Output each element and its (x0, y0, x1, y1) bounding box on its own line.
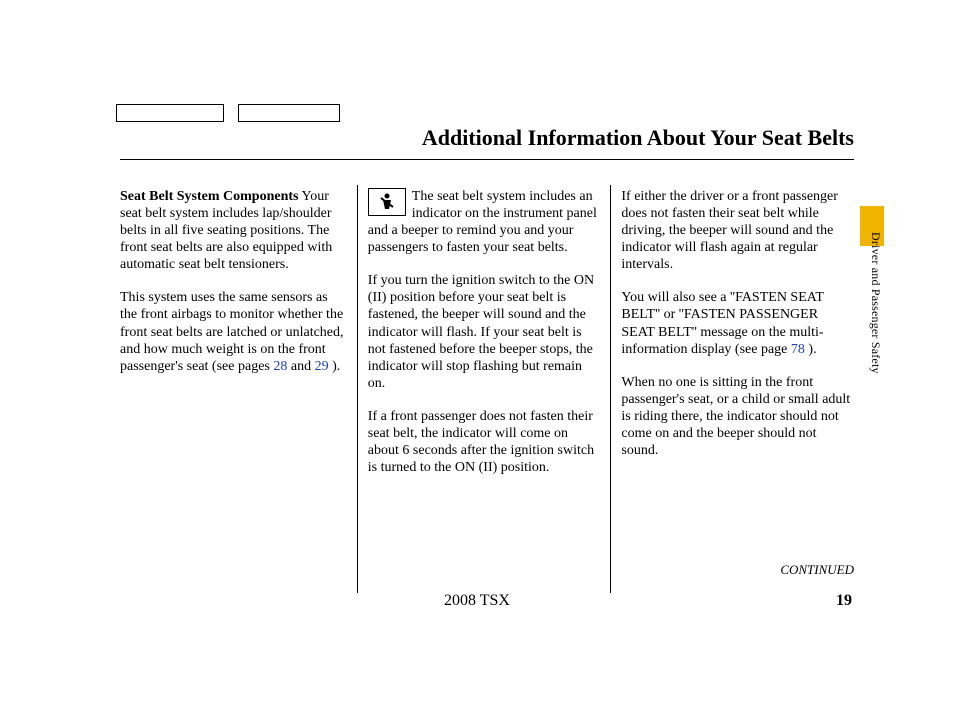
col1-p1: Seat Belt System Components Your seat be… (120, 188, 347, 273)
column-2: The seat belt system includes an indicat… (368, 188, 601, 593)
page-link-78[interactable]: 78 (791, 342, 805, 357)
col1-p2: This system uses the same sensors as the… (120, 289, 347, 374)
col1-p2b: ). (329, 359, 341, 374)
continued-label: CONTINUED (780, 562, 854, 578)
col2-p1: The seat belt system includes an indicat… (368, 188, 601, 256)
seatbelt-indicator-icon (368, 188, 406, 216)
title-rule (120, 159, 854, 160)
placeholder-box-1 (116, 104, 224, 122)
title-row: Additional Information About Your Seat B… (120, 125, 854, 160)
manual-page: Additional Information About Your Seat B… (0, 0, 954, 710)
col3-p1: If either the driver or a front passenge… (621, 188, 854, 273)
column-divider-2 (610, 185, 611, 593)
placeholder-box-2 (238, 104, 340, 122)
column-divider-1 (357, 185, 358, 593)
page-link-29[interactable]: 29 (315, 359, 329, 374)
col2-p3: If a front passenger does not fasten the… (368, 408, 601, 476)
top-placeholder-boxes (116, 104, 340, 122)
col2-p2: If you turn the ignition switch to the O… (368, 272, 601, 392)
col3-p2b: ). (805, 342, 817, 357)
col3-p3: When no one is sitting in the front pass… (621, 374, 854, 459)
section-label: Driver and Passenger Safety (868, 232, 883, 374)
page-link-28[interactable]: 28 (273, 359, 287, 374)
col1-and: and (287, 359, 314, 374)
col1-subhead: Seat Belt System Components (120, 189, 299, 204)
column-1: Seat Belt System Components Your seat be… (120, 188, 347, 593)
col3-p2: You will also see a ''FASTEN SEAT BELT''… (621, 289, 854, 357)
columns: Seat Belt System Components Your seat be… (120, 188, 854, 593)
column-3: If either the driver or a front passenge… (621, 188, 854, 593)
footer-page-number: 19 (836, 592, 852, 610)
page-title: Additional Information About Your Seat B… (120, 125, 854, 157)
footer-model: 2008 TSX (0, 592, 954, 610)
